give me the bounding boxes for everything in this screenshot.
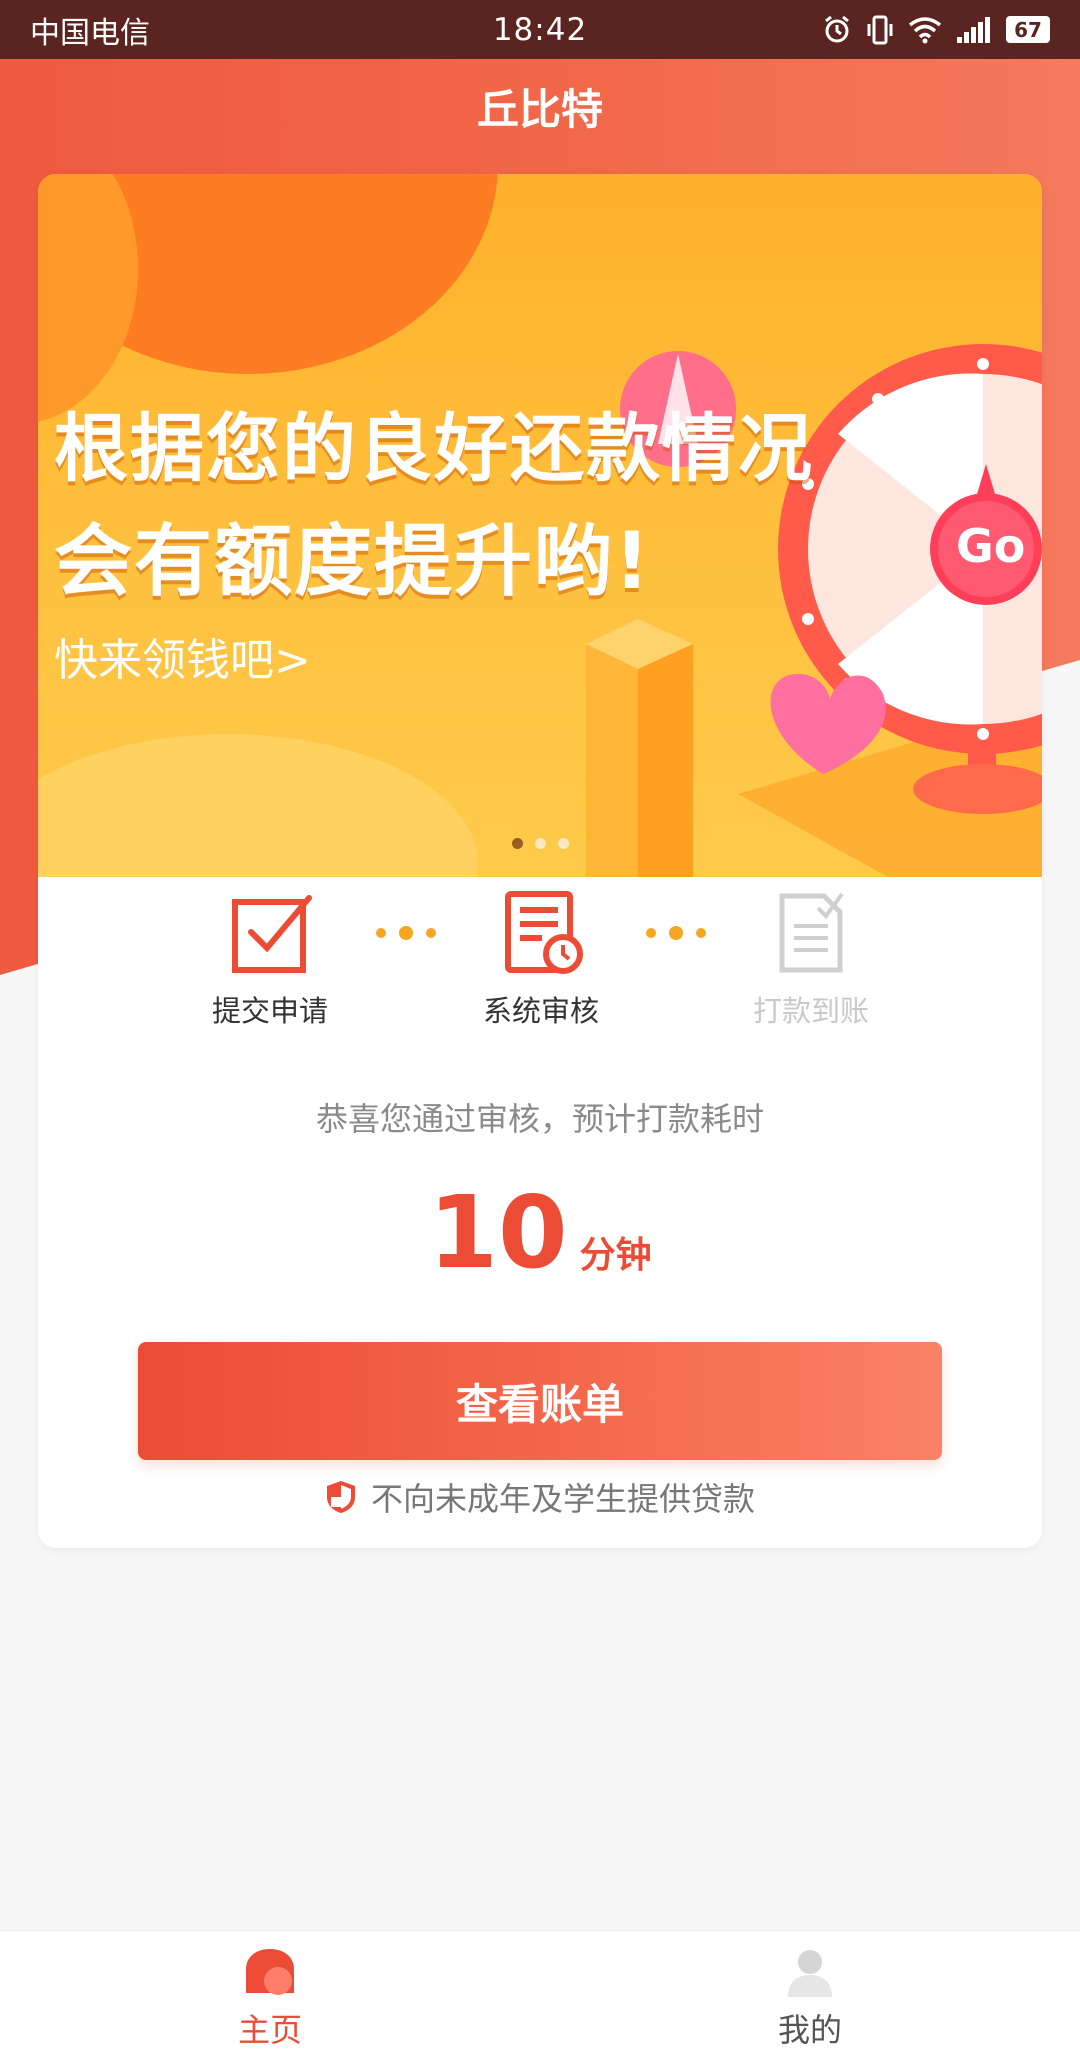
carousel-dot[interactable] (557, 838, 569, 849)
eta-value: 10 (428, 1174, 568, 1291)
eta-display: 10 分钟 (38, 1174, 1042, 1291)
banner-cta-link[interactable]: 快来领钱吧> (54, 624, 311, 688)
carousel-dot[interactable] (511, 838, 523, 849)
carousel-dot[interactable] (534, 838, 546, 849)
step-connector (646, 926, 706, 940)
carousel-indicator (38, 838, 1042, 849)
tab-label: 主页 (237, 2011, 302, 2049)
profile-icon (788, 1950, 832, 1997)
promo-banner[interactable]: Go 根据您的良好还款情况 会有额度提升哟! 快来领钱吧> (38, 174, 1042, 877)
banner-headline-1: 根据您的良好还款情况 (54, 406, 814, 492)
notice-text: 不向未成年及学生提供贷款 (370, 1480, 755, 1518)
main-card: Go 根据您的良好还款情况 会有额度提升哟! 快来领钱吧> 提交申请 系统审核 … (38, 174, 1042, 1548)
step-submit: 提交申请 (170, 890, 370, 1030)
wheel-go-label: Go (956, 519, 1026, 573)
status-bar: 中国电信 18:42 67 (0, 0, 1080, 59)
app-screen: 中国电信 18:42 67 丘比特 Go 根据您的良好还款情况 会有额度提升哟!… (0, 0, 1080, 2060)
document-clock-icon (505, 891, 583, 974)
clock: 18:42 (492, 11, 588, 48)
step-label: 系统审核 (482, 994, 599, 1028)
step-connector (376, 926, 436, 940)
progress-steps: 提交申请 系统审核 打款到账 (38, 890, 1042, 1050)
shield-icon (326, 1481, 355, 1513)
step-payout: 打款到账 (711, 890, 911, 1030)
banner-headline-2: 会有额度提升哟! (54, 517, 652, 607)
page-title: 丘比特 (476, 85, 603, 134)
step-review: 系统审核 (441, 890, 641, 1030)
step-label: 提交申请 (211, 994, 328, 1028)
bottom-tab-bar: 主页 我的 (0, 1930, 1080, 2060)
tab-home[interactable]: 主页 (0, 1931, 540, 2060)
checkbox-icon (232, 895, 312, 973)
age-notice: 不向未成年及学生提供贷款 (38, 1474, 1042, 1520)
view-bill-button[interactable]: 查看账单 (138, 1342, 942, 1460)
review-message: 恭喜您通过审核，预计打款耗时 (315, 1100, 764, 1138)
tab-profile[interactable]: 我的 (540, 1931, 1080, 2060)
eta-unit: 分钟 (579, 1235, 652, 1276)
document-check-icon (779, 892, 844, 973)
tab-label: 我的 (777, 2011, 842, 2049)
step-label: 打款到账 (752, 994, 869, 1028)
home-icon (246, 1949, 294, 1995)
